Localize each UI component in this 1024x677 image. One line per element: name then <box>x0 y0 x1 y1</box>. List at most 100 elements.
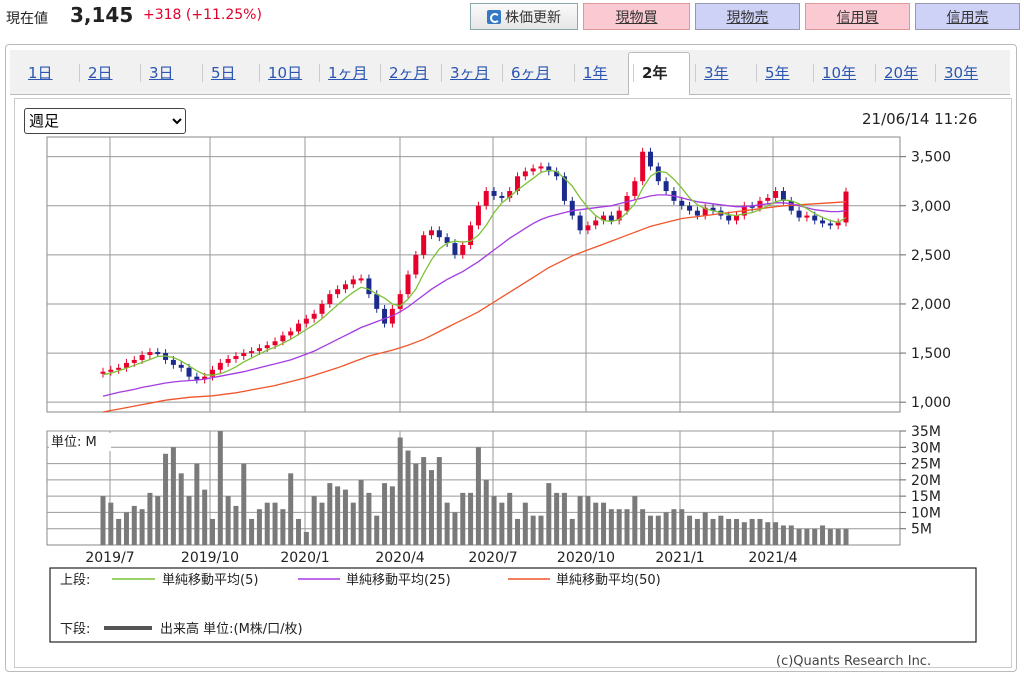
volume-bar <box>194 463 200 545</box>
volume-bar <box>577 496 583 545</box>
volume-bar <box>788 525 794 545</box>
volume-bar <box>389 486 395 545</box>
volume-tick-label: 5M <box>911 522 932 538</box>
volume-bar <box>358 479 364 545</box>
volume-bar <box>843 528 849 545</box>
volume-bar <box>507 492 513 545</box>
volume-bar <box>780 525 786 545</box>
volume-bar <box>757 518 763 545</box>
volume-bar <box>241 463 247 545</box>
price-tick-label: 3,500 <box>911 150 951 166</box>
volume-bar <box>303 531 309 545</box>
volume-bar <box>452 512 458 545</box>
volume-bar <box>483 479 489 545</box>
volume-bar <box>296 518 302 545</box>
volume-bar <box>108 502 114 545</box>
stock-chart-svg: 3,5003,0002,5002,0001,5001,00035M30M25M2… <box>46 136 977 669</box>
volume-bar <box>491 496 497 545</box>
candle-body <box>366 278 372 295</box>
candle-body <box>491 191 497 196</box>
x-tick-label: 2020/7 <box>468 550 517 566</box>
candle-body <box>538 166 544 169</box>
volume-bar <box>436 457 442 545</box>
price-tick-label: 1,500 <box>911 346 951 362</box>
legend-ma25-label: 単純移動平均(25) <box>346 572 451 588</box>
volume-bar <box>765 522 771 545</box>
candle-body <box>311 313 317 319</box>
candle-body <box>608 215 614 221</box>
volume-bar <box>827 528 833 545</box>
volume-bar <box>749 518 755 545</box>
volume-bar <box>475 447 481 545</box>
candle-body <box>131 359 137 363</box>
legend-ma50-label: 単純移動平均(50) <box>556 572 661 588</box>
candle-body <box>280 335 286 342</box>
volume-bar <box>702 512 708 545</box>
volume-bar <box>170 447 176 545</box>
volume-bar <box>100 496 106 545</box>
volume-bar <box>374 515 380 545</box>
volume-bar <box>741 522 747 545</box>
volume-bar <box>428 470 434 545</box>
volume-bar <box>131 505 137 545</box>
volume-bar <box>280 509 286 545</box>
volume-bar <box>804 528 810 545</box>
volume-bar <box>468 492 474 545</box>
volume-bar <box>405 450 411 545</box>
candle-body <box>272 341 278 346</box>
copyright-text: (c)Quants Research Inc. <box>776 654 931 669</box>
candle-body <box>374 294 380 309</box>
candle-body <box>804 215 810 218</box>
candle-body <box>358 278 364 281</box>
price-tick-label: 2,500 <box>911 248 951 264</box>
volume-bar <box>249 518 255 545</box>
volume-bar <box>499 502 505 545</box>
volume-bar <box>561 492 567 545</box>
volume-bar <box>522 502 528 545</box>
candle-body <box>522 171 528 177</box>
volume-bar <box>812 528 818 545</box>
candle-body <box>319 303 325 314</box>
legend-ma5-label: 単純移動平均(5) <box>162 572 258 588</box>
volume-bar <box>460 492 466 545</box>
candle-body <box>350 279 356 285</box>
volume-bar <box>186 496 192 545</box>
candle-body <box>217 362 223 370</box>
volume-bar <box>796 528 802 545</box>
volume-bar <box>327 483 333 545</box>
candle-body <box>624 195 630 211</box>
volume-bar <box>718 515 724 545</box>
volume-bar <box>256 509 262 545</box>
x-tick-label: 2021/4 <box>748 550 797 566</box>
candle-body <box>773 191 779 198</box>
volume-bar <box>546 483 552 545</box>
volume-tick-label: 30M <box>911 440 941 456</box>
volume-bar <box>311 496 317 545</box>
price-tick-label: 3,000 <box>911 199 951 215</box>
candle-body <box>679 200 685 206</box>
volume-bar <box>530 515 536 545</box>
volume-bar <box>601 502 607 545</box>
candle-body <box>342 284 348 290</box>
volume-bar <box>616 509 622 545</box>
volume-bar <box>288 473 294 545</box>
candle-body <box>475 205 481 226</box>
candle-body <box>694 210 700 216</box>
volume-bar <box>726 518 732 545</box>
volume-bar <box>585 496 591 545</box>
candle-body <box>436 230 442 238</box>
volume-bar <box>147 492 153 545</box>
volume-bar <box>663 512 669 545</box>
x-tick-label: 2020/10 <box>557 550 615 566</box>
candle-body <box>452 243 458 255</box>
volume-tick-label: 20M <box>911 473 941 489</box>
volume-bar <box>655 515 661 545</box>
x-tick-label: 2019/10 <box>181 550 239 566</box>
candle-body <box>726 215 732 221</box>
volume-bar <box>608 509 614 545</box>
volume-bar <box>217 431 223 545</box>
candle-body <box>569 200 575 216</box>
volume-bar <box>593 502 599 545</box>
volume-bar <box>350 502 356 545</box>
candle-body <box>687 205 693 211</box>
